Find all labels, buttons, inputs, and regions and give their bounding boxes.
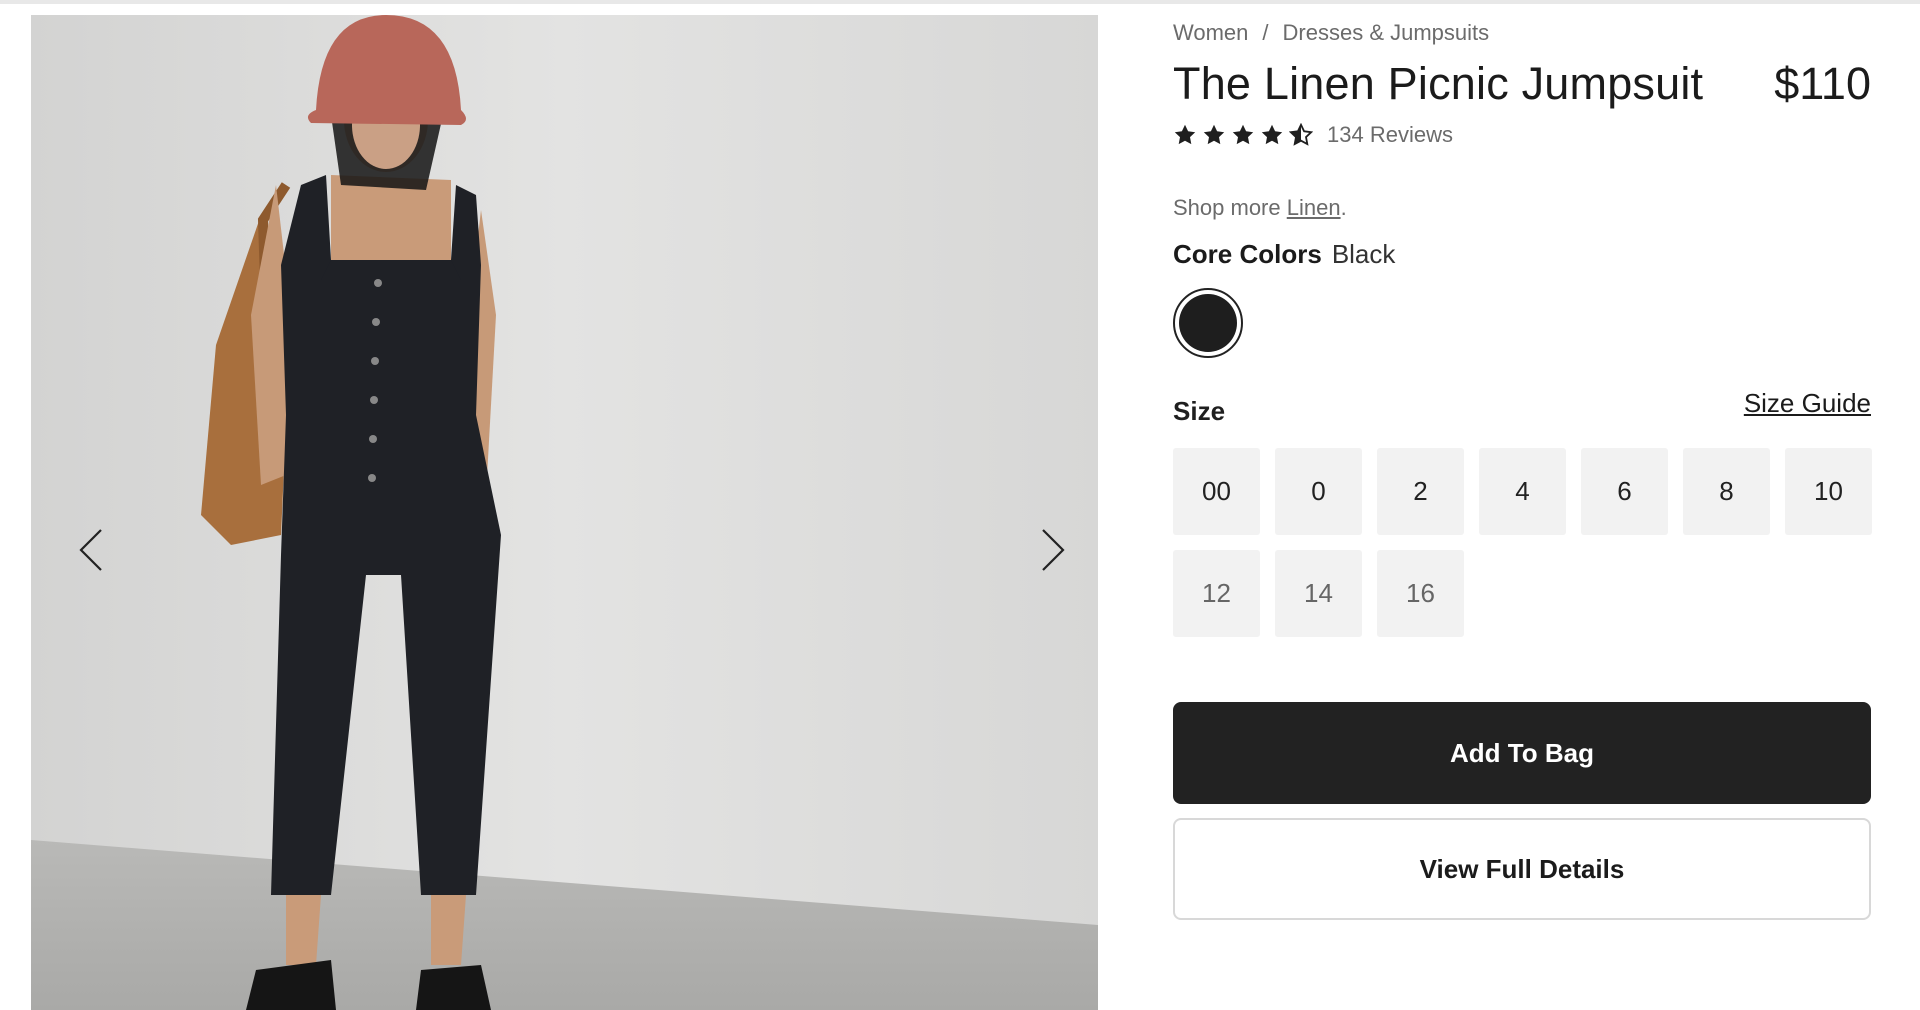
gallery-next-button[interactable] bbox=[1033, 520, 1073, 580]
size-options: 00 0 2 4 6 8 10 12 14 16 bbox=[1173, 448, 1872, 637]
breadcrumb-item-dresses-jumpsuits[interactable]: Dresses & Jumpsuits bbox=[1283, 20, 1490, 45]
reviews-count[interactable]: 134 Reviews bbox=[1327, 122, 1453, 148]
shop-more: Shop more Linen. bbox=[1173, 195, 1347, 221]
size-option[interactable]: 14 bbox=[1275, 550, 1362, 637]
add-to-bag-button[interactable]: Add To Bag bbox=[1173, 702, 1871, 804]
selected-color-name: Black bbox=[1331, 239, 1396, 269]
color-selector-label: Core Colors Black bbox=[1173, 239, 1395, 270]
star-icon bbox=[1174, 124, 1196, 145]
product-info: Women / Dresses & Jumpsuits The Linen Picn… bbox=[1173, 0, 1872, 1010]
size-option[interactable]: 8 bbox=[1683, 448, 1770, 535]
gallery-prev-button[interactable] bbox=[71, 520, 111, 580]
shop-more-link[interactable]: Linen bbox=[1287, 195, 1341, 220]
size-option[interactable]: 00 bbox=[1173, 448, 1260, 535]
colors-heading: Core Colors bbox=[1173, 239, 1322, 269]
size-option[interactable]: 6 bbox=[1581, 448, 1668, 535]
star-icon bbox=[1232, 124, 1254, 145]
shop-more-suffix: . bbox=[1340, 195, 1347, 220]
size-option[interactable]: 10 bbox=[1785, 448, 1872, 535]
shop-more-prefix: Shop more bbox=[1173, 195, 1287, 220]
size-heading: Size bbox=[1173, 396, 1226, 426]
product-price: $110 bbox=[1774, 58, 1871, 109]
size-option[interactable]: 4 bbox=[1479, 448, 1566, 535]
view-full-details-button[interactable]: View Full Details bbox=[1173, 818, 1871, 920]
rating-summary[interactable]: 134 Reviews bbox=[1173, 122, 1453, 148]
product-image-gallery bbox=[31, 15, 1098, 1010]
size-option[interactable]: 12 bbox=[1173, 550, 1260, 637]
star-icon bbox=[1261, 124, 1283, 145]
product-title: The Linen Picnic Jumpsuit bbox=[1173, 58, 1704, 109]
breadcrumb-item-women[interactable]: Women bbox=[1173, 20, 1248, 45]
chevron-right-icon bbox=[1042, 529, 1065, 571]
size-option[interactable]: 2 bbox=[1377, 448, 1464, 535]
size-guide-link[interactable]: Size Guide bbox=[1744, 388, 1871, 419]
product-photo bbox=[31, 15, 1098, 1010]
star-icon bbox=[1203, 124, 1225, 145]
breadcrumb: Women / Dresses & Jumpsuits bbox=[1173, 20, 1489, 46]
breadcrumb-separator: / bbox=[1262, 20, 1269, 45]
color-swatch-black[interactable] bbox=[1173, 288, 1243, 358]
chevron-left-icon bbox=[79, 529, 102, 571]
color-swatch-fill bbox=[1179, 294, 1237, 352]
star-rating bbox=[1173, 123, 1313, 147]
size-option[interactable]: 16 bbox=[1377, 550, 1464, 637]
half-star-icon bbox=[1289, 123, 1313, 146]
size-option[interactable]: 0 bbox=[1275, 448, 1362, 535]
